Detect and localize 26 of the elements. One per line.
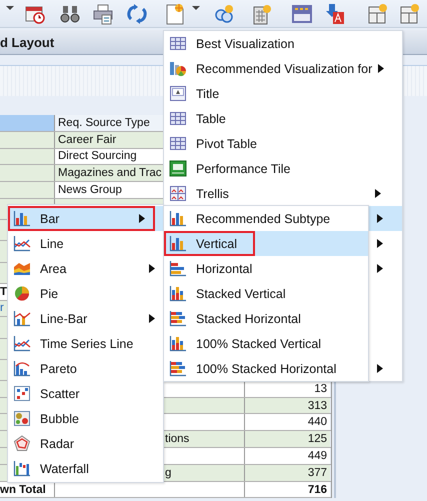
menu-item[interactable]: Vertical <box>164 231 368 256</box>
row-link[interactable]: r <box>0 302 4 314</box>
menu-item[interactable]: Stacked Horizontal <box>164 306 368 331</box>
annotation-frame: Vertical <box>164 231 255 256</box>
menu-item[interactable]: Stacked Vertical <box>164 281 368 306</box>
menu-item[interactable]: Best Visualization <box>164 31 402 56</box>
menu-item[interactable]: Line-Bar <box>8 306 163 331</box>
table-cell: 125 <box>245 431 330 448</box>
table-cell: 449 <box>245 448 330 464</box>
table-cell: 440 <box>245 414 330 430</box>
menu-item[interactable]: 100% Stacked Vertical <box>164 331 368 356</box>
menu-item[interactable]: Pareto <box>8 356 163 381</box>
table-cell: 377 <box>245 464 330 481</box>
menu-item[interactable]: Area <box>8 256 163 281</box>
menu-item[interactable]: Recommended Visualization for <box>164 56 402 81</box>
menu-item[interactable]: Time Series Line <box>8 331 163 356</box>
menu-item[interactable]: Line <box>8 231 163 256</box>
table-cell: 716 <box>245 482 330 498</box>
table-cell: 313 <box>245 398 330 414</box>
panel-title: d Layout <box>0 34 54 50</box>
menu-item[interactable]: Scatter <box>8 381 163 406</box>
menu-item[interactable]: Bubble <box>8 406 163 431</box>
menu-item[interactable]: Title <box>164 81 402 106</box>
menu-item[interactable]: Recommended Subtype <box>164 206 368 231</box>
menu-item[interactable]: 100% Stacked Horizontal <box>164 356 368 381</box>
menu-item[interactable]: Horizontal <box>164 256 368 281</box>
